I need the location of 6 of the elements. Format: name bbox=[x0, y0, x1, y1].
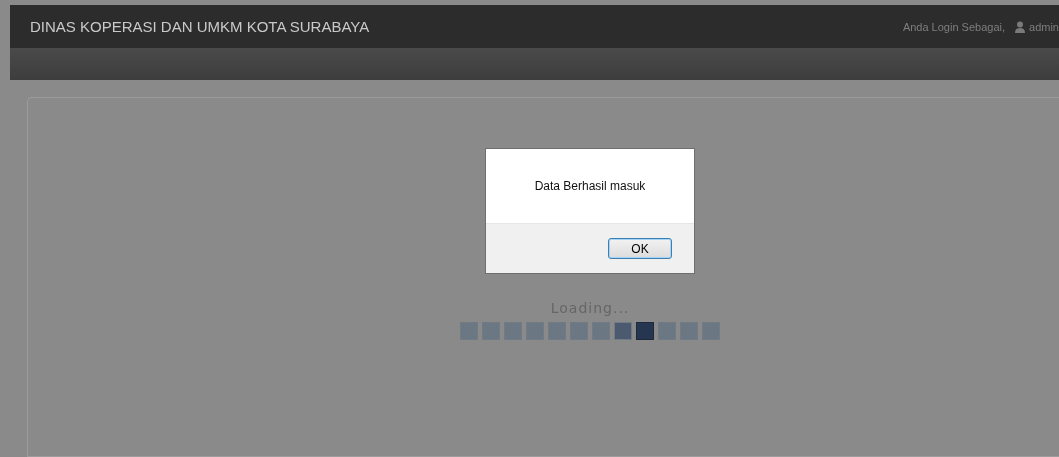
site-title: DINAS KOPERASI DAN UMKM KOTA SURABAYA bbox=[30, 18, 370, 35]
ok-button[interactable]: OK bbox=[608, 238, 672, 259]
login-label: Anda Login Sebagai, bbox=[902, 20, 1006, 33]
username-link[interactable]: admin bbox=[1029, 20, 1059, 33]
user-icon bbox=[1015, 20, 1026, 33]
dialog-message: Data Berhasil masuk bbox=[534, 179, 646, 193]
